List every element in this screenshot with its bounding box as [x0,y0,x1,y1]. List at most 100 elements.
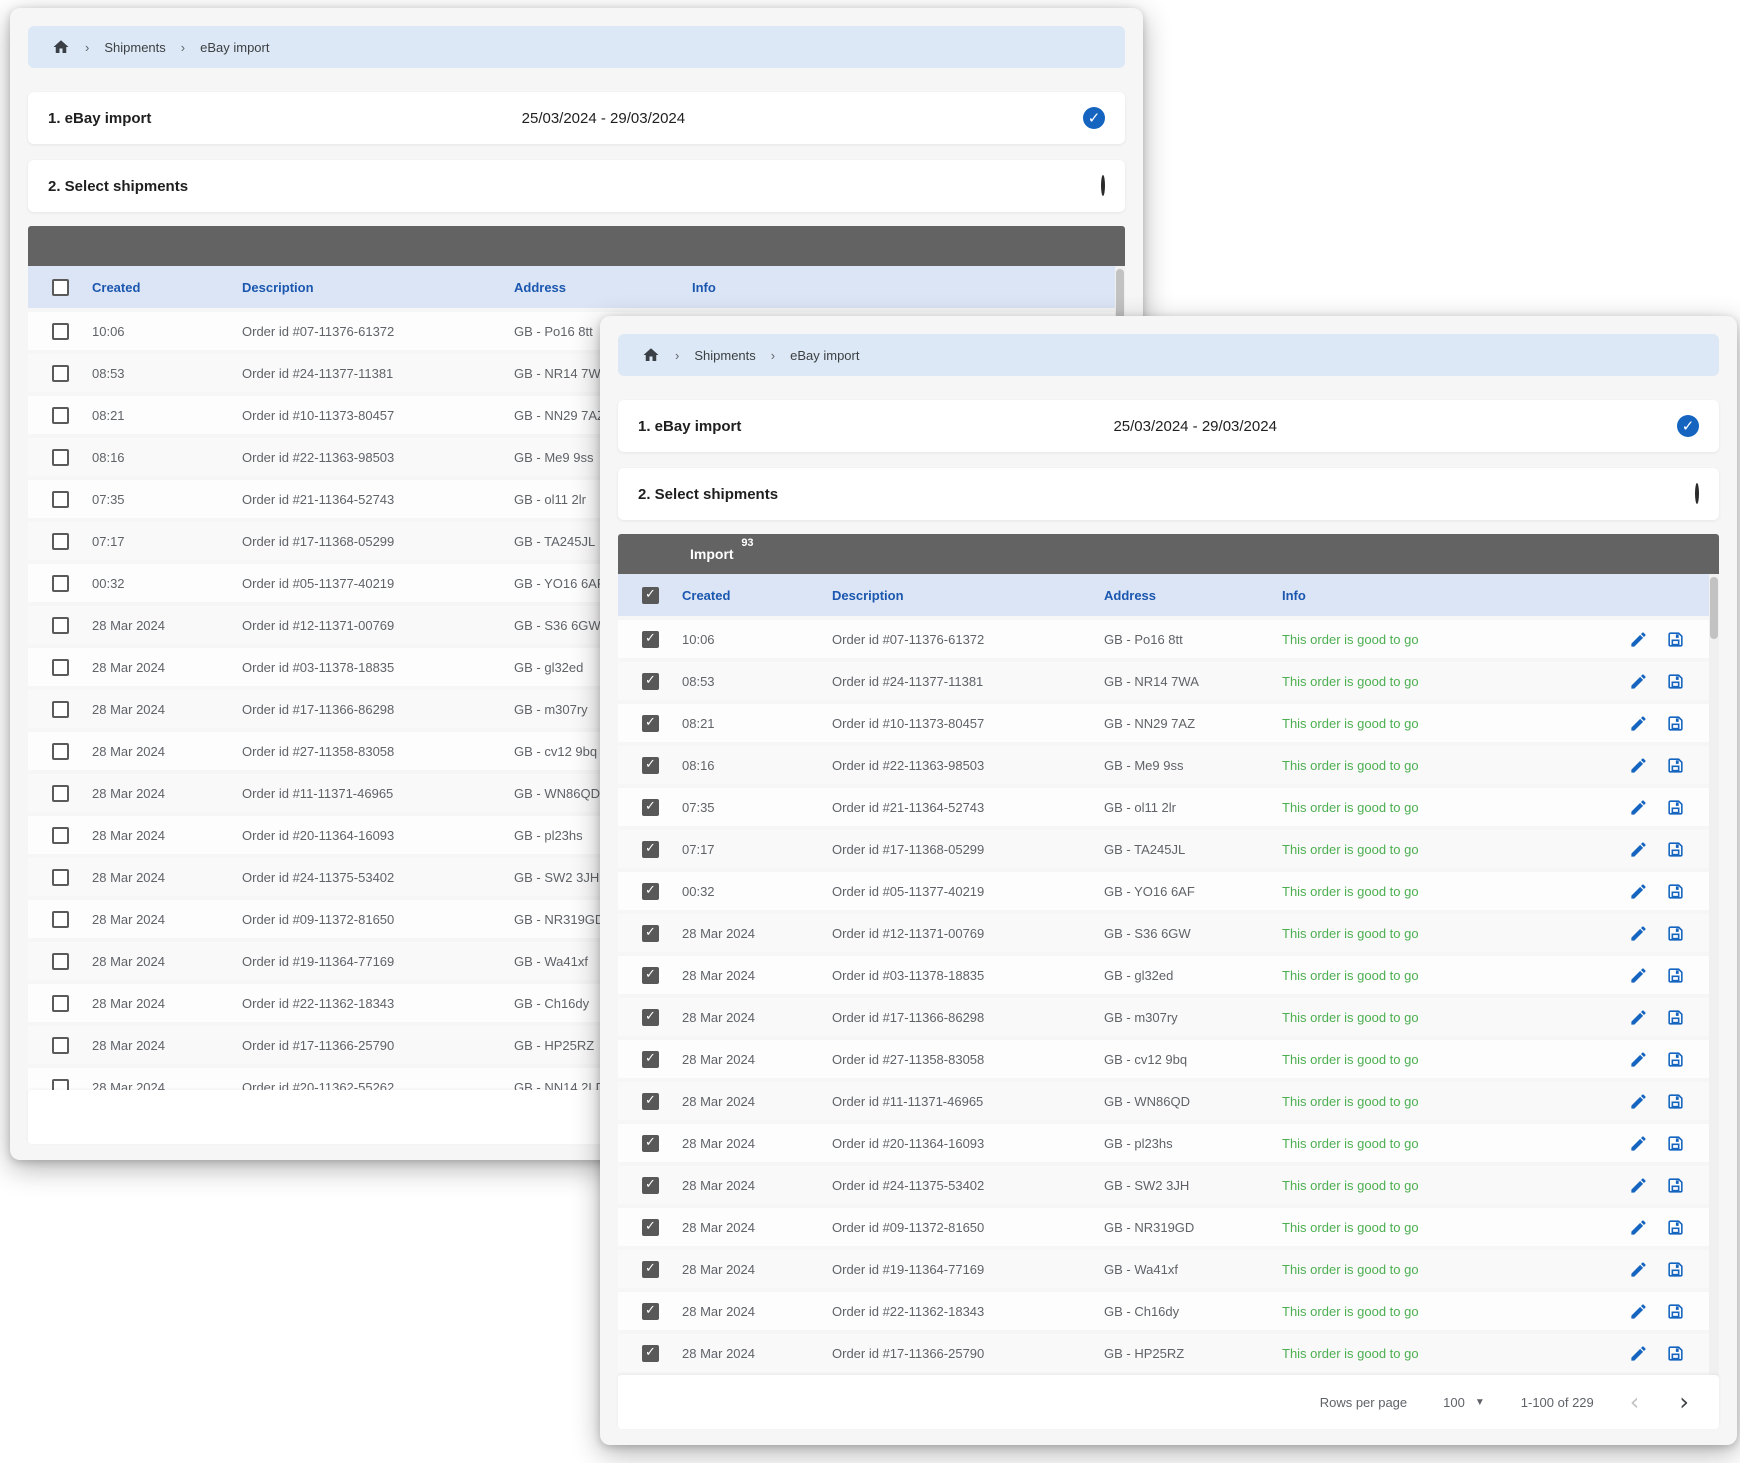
row-checkbox[interactable] [52,953,69,970]
row-checkbox[interactable] [52,659,69,676]
edit-icon[interactable] [1629,630,1648,649]
row-checkbox[interactable] [642,1009,659,1026]
edit-icon[interactable] [1629,882,1648,901]
breadcrumb-item-ebay-import[interactable]: eBay import [790,348,859,363]
row-checkbox[interactable] [642,715,659,732]
save-icon[interactable] [1666,630,1685,649]
row-checkbox[interactable] [52,407,69,424]
row-checkbox[interactable] [642,883,659,900]
import-button[interactable]: Import 93 [690,546,734,562]
next-page-button[interactable]: › [1679,1390,1689,1414]
edit-icon[interactable] [1629,1176,1648,1195]
row-checkbox[interactable] [642,1135,659,1152]
save-icon[interactable] [1666,966,1685,985]
step2-pending-icon[interactable] [1695,485,1699,503]
edit-icon[interactable] [1629,756,1648,775]
row-checkbox[interactable] [52,911,69,928]
save-icon[interactable] [1666,1218,1685,1237]
select-all-checkbox[interactable] [52,279,69,296]
step-ebay-import[interactable]: 1. eBay import 25/03/2024 - 29/03/2024 ✓ [618,400,1719,452]
edit-icon[interactable] [1629,840,1648,859]
row-checkbox[interactable] [642,673,659,690]
rows-per-page-select[interactable]: 100 ▼ [1443,1395,1485,1410]
table-row: 07:35 Order id #21-11364-52743 GB - ol11… [618,788,1719,826]
step-select-shipments[interactable]: 2. Select shipments [28,160,1125,212]
edit-icon[interactable] [1629,1050,1648,1069]
edit-icon[interactable] [1629,1260,1648,1279]
table-scrollbar[interactable] [1709,574,1719,1406]
row-checkbox[interactable] [642,967,659,984]
save-icon[interactable] [1666,882,1685,901]
save-icon[interactable] [1666,924,1685,943]
row-checkbox[interactable] [642,1345,659,1362]
home-icon[interactable] [52,38,70,56]
edit-icon[interactable] [1629,1008,1648,1027]
row-checkbox[interactable] [52,449,69,466]
edit-icon[interactable] [1629,798,1648,817]
home-icon[interactable] [642,346,660,364]
step1-complete-icon[interactable]: ✓ [1677,415,1699,437]
row-checkbox[interactable] [642,631,659,648]
row-checkbox[interactable] [52,491,69,508]
edit-icon[interactable] [1629,672,1648,691]
edit-icon[interactable] [1629,1092,1648,1111]
step2-pending-icon[interactable] [1101,177,1105,195]
save-icon[interactable] [1666,1176,1685,1195]
breadcrumb-item-shipments[interactable]: Shipments [694,348,755,363]
edit-icon[interactable] [1629,1344,1648,1363]
save-icon[interactable] [1666,1092,1685,1111]
save-icon[interactable] [1666,1344,1685,1363]
row-created-cell: 28 Mar 2024 [682,968,832,983]
previous-page-button[interactable]: ‹ [1630,1390,1640,1414]
row-checkbox[interactable] [642,925,659,942]
row-checkbox[interactable] [52,533,69,550]
shipments-window-foreground[interactable]: › Shipments › eBay import 1. eBay import… [600,316,1737,1445]
save-icon[interactable] [1666,756,1685,775]
select-all-checkbox[interactable] [642,587,659,604]
row-checkbox[interactable] [642,1219,659,1236]
step1-complete-icon[interactable]: ✓ [1083,107,1105,129]
breadcrumb-separator-icon: › [675,348,679,363]
row-checkbox[interactable] [642,1093,659,1110]
row-description-cell: Order id #12-11371-00769 [242,618,514,633]
save-icon[interactable] [1666,1134,1685,1153]
row-checkbox[interactable] [52,365,69,382]
edit-icon[interactable] [1629,1218,1648,1237]
row-checkbox[interactable] [52,827,69,844]
row-checkbox[interactable] [642,799,659,816]
row-checkbox[interactable] [642,1303,659,1320]
row-checkbox[interactable] [52,869,69,886]
row-checkbox[interactable] [52,323,69,340]
edit-icon[interactable] [1629,1134,1648,1153]
row-checkbox[interactable] [52,1037,69,1054]
save-icon[interactable] [1666,1008,1685,1027]
step-ebay-import[interactable]: 1. eBay import 25/03/2024 - 29/03/2024 ✓ [28,92,1125,144]
row-checkbox[interactable] [642,1261,659,1278]
save-icon[interactable] [1666,1050,1685,1069]
row-description-cell: Order id #17-11366-25790 [242,1038,514,1053]
breadcrumb-item-shipments[interactable]: Shipments [104,40,165,55]
row-checkbox[interactable] [52,701,69,718]
save-icon[interactable] [1666,714,1685,733]
row-checkbox[interactable] [52,617,69,634]
row-checkbox[interactable] [52,743,69,760]
edit-icon[interactable] [1629,1302,1648,1321]
save-icon[interactable] [1666,672,1685,691]
edit-icon[interactable] [1629,966,1648,985]
save-icon[interactable] [1666,840,1685,859]
row-checkbox[interactable] [52,575,69,592]
step-select-shipments[interactable]: 2. Select shipments [618,468,1719,520]
row-checkbox[interactable] [642,1051,659,1068]
breadcrumb-item-ebay-import[interactable]: eBay import [200,40,269,55]
edit-icon[interactable] [1629,714,1648,733]
save-icon[interactable] [1666,1260,1685,1279]
scrollbar-thumb[interactable] [1710,577,1718,639]
row-checkbox[interactable] [642,1177,659,1194]
row-checkbox[interactable] [642,841,659,858]
row-checkbox[interactable] [52,785,69,802]
row-checkbox[interactable] [642,757,659,774]
edit-icon[interactable] [1629,924,1648,943]
save-icon[interactable] [1666,1302,1685,1321]
row-checkbox[interactable] [52,995,69,1012]
save-icon[interactable] [1666,798,1685,817]
